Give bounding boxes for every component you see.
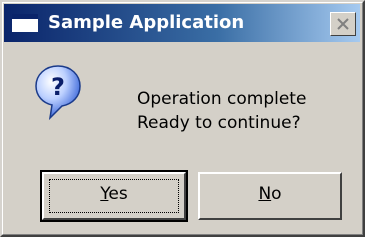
app-window-icon: [12, 14, 38, 32]
yes-button[interactable]: Yes: [40, 170, 188, 222]
message-line-2: Ready to continue?: [137, 113, 301, 133]
title-bar[interactable]: Sample Application: [4, 4, 360, 42]
close-button[interactable]: [330, 12, 356, 36]
message-dialog: Sample Application ? Operation complete …: [0, 0, 365, 237]
message-line-1: Operation complete: [137, 89, 307, 109]
question-icon: ?: [35, 65, 81, 121]
no-button[interactable]: No: [198, 172, 342, 220]
svg-text:?: ?: [51, 73, 65, 101]
yes-button-label: Yes: [100, 184, 128, 204]
dialog-content: ? Operation complete Ready to continue? …: [4, 42, 360, 234]
no-button-label: No: [258, 184, 282, 204]
close-icon: [337, 18, 349, 30]
window-title: Sample Application: [48, 12, 245, 33]
message-text: Operation complete Ready to continue?: [137, 87, 306, 135]
